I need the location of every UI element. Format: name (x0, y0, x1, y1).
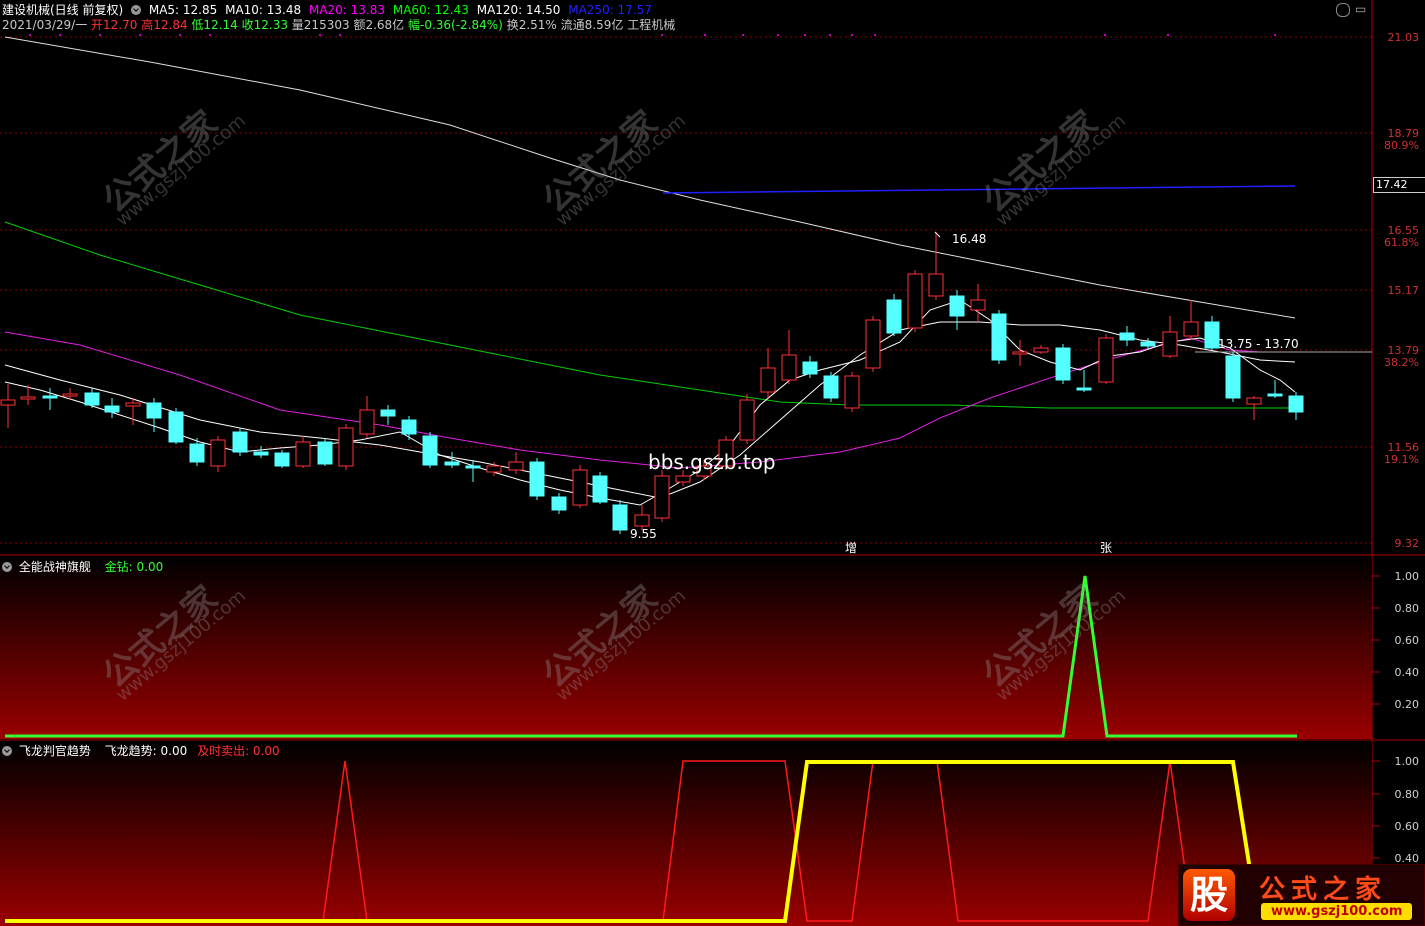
candle-body (359, 409, 375, 435)
price-label-4: 15.17 (1387, 284, 1420, 297)
candle-body (551, 496, 567, 511)
logo-icon: 股 (1183, 869, 1235, 921)
candle-body (380, 409, 396, 417)
panel1-axis-2: 0.80 (1394, 602, 1420, 615)
candle-body (1055, 347, 1071, 381)
candle-body (675, 475, 691, 483)
panel2-series1-value: 飞龙趋势: 0.00 (104, 744, 188, 758)
candle-body (317, 441, 333, 465)
axis-current-box: 17.42 (1373, 177, 1425, 193)
price-label-7: 9.32 (1394, 537, 1420, 550)
candle-body (232, 431, 248, 453)
panel2-fill (0, 742, 1372, 926)
candle-body (20, 396, 36, 400)
price-label-1: 21.03 (1387, 31, 1420, 44)
candle-body (654, 475, 670, 519)
candle-body (865, 319, 881, 369)
candle-body (1098, 337, 1114, 383)
candle-body (253, 451, 269, 456)
candle-body (401, 419, 417, 435)
site-logo[interactable]: 股 公式之家 www.gszj100.com (1178, 864, 1425, 926)
candle-body (823, 375, 839, 399)
candle-body (1288, 395, 1304, 413)
candle-body (529, 461, 545, 497)
panel1-series-value: 金钻: 0.00 (104, 560, 164, 574)
panel2-axis-3: 0.60 (1394, 820, 1420, 833)
line-annotation: 13.75 - 13.70 (1218, 337, 1299, 351)
mark-zeng: 增 (845, 541, 857, 555)
panel1-axis-3: 0.60 (1394, 634, 1420, 647)
panel1-menu-icon[interactable] (2, 562, 12, 572)
panel2-axis-2: 0.80 (1394, 788, 1420, 801)
candle-body (970, 299, 986, 311)
candle-body (486, 465, 502, 473)
pct-label-3: 61.8% (1384, 236, 1419, 249)
candle-body (146, 402, 162, 419)
candle-body (1246, 397, 1262, 405)
candle-body (1225, 355, 1241, 399)
panel1-axis-5: 0.20 (1394, 698, 1420, 711)
pct-label-2: 80.9% (1384, 139, 1419, 152)
candle-body (1033, 347, 1049, 353)
candle-body (422, 435, 438, 466)
candle-body (760, 367, 776, 393)
candle-body (508, 461, 524, 471)
candle-body (949, 295, 965, 317)
candle-body (0, 399, 16, 406)
panel2-title-bar: 飞龙判官趋势 飞龙趋势: 0.00 及时卖出: 0.00 (2, 742, 280, 759)
candle-body (42, 395, 58, 399)
pct-label-5: 38.2% (1384, 356, 1419, 369)
logo-title: 公式之家 (1259, 875, 1388, 905)
candle-body (928, 273, 944, 297)
candle-body (739, 399, 755, 441)
candle-body (189, 443, 205, 463)
candle-body (62, 393, 78, 397)
candle-body (1267, 393, 1283, 397)
candle-body (168, 411, 184, 443)
panel1-title-bar: 全能战神旗舰 金钻: 0.00 (2, 558, 163, 575)
candle-body (465, 465, 481, 469)
candle-body (295, 441, 311, 467)
candle-body (592, 475, 608, 503)
logo-url: www.gszj100.com (1261, 903, 1413, 920)
panel1-axis-1: 1.00 (1394, 570, 1420, 583)
center-watermark: bbs.gszb.top (648, 450, 776, 474)
candle-body (907, 273, 923, 329)
candle-body (1204, 321, 1220, 349)
candle-body (572, 469, 588, 506)
low-annotation: 9.55 (630, 527, 657, 541)
candle-body (1140, 341, 1156, 347)
candle-body (1183, 321, 1199, 337)
mark-zhang: 张 (1100, 541, 1112, 555)
candle-body (274, 452, 290, 467)
candle-body (802, 361, 818, 375)
candle-body (634, 514, 650, 527)
panel1-title[interactable]: 全能战神旗舰 (19, 560, 91, 574)
candle-body (444, 461, 460, 466)
candle-body (210, 439, 226, 467)
candle-body (1076, 387, 1092, 391)
candle-body (104, 405, 120, 413)
panel2-series2-value: 及时卖出: 0.00 (197, 744, 280, 758)
candle-body (1012, 351, 1028, 355)
high-annotation: 16.48 (952, 232, 986, 246)
candle-body (84, 392, 100, 406)
candle-body (991, 313, 1007, 361)
ma250-line (4, 36, 1296, 319)
candle-body (612, 504, 628, 531)
signal-dots (29, 34, 1276, 36)
panel2-title[interactable]: 飞龙判官趋势 (19, 744, 91, 758)
candle-body (1119, 332, 1135, 341)
candle-body (338, 427, 354, 467)
candle-body (781, 354, 797, 381)
candle-body (125, 402, 141, 407)
panel2-menu-icon[interactable] (2, 746, 12, 756)
candle-body (886, 299, 902, 334)
panel1-axis-4: 0.40 (1394, 666, 1420, 679)
candle-body (1162, 331, 1178, 357)
panel2-axis-1: 1.00 (1394, 755, 1420, 768)
candle-body (844, 375, 860, 409)
pct-label-6: 19.1% (1384, 453, 1419, 466)
panel1-fill (0, 557, 1372, 739)
